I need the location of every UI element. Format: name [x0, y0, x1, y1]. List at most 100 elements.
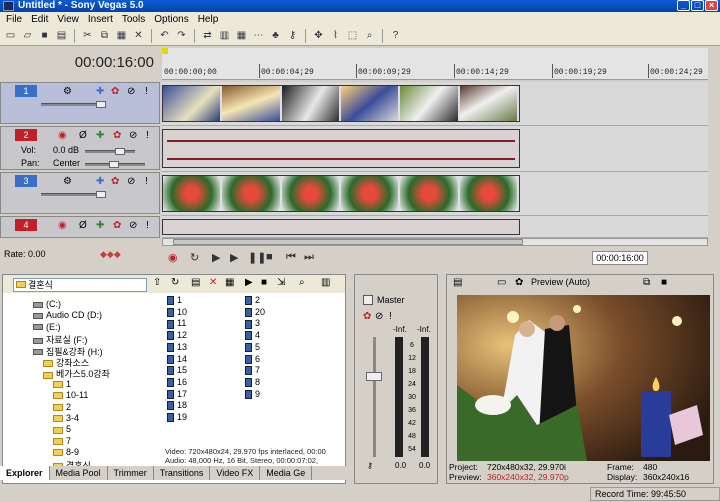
effects-icon[interactable]: ✿: [113, 220, 121, 231]
tree-node[interactable]: 7: [53, 436, 71, 447]
maximize-button[interactable]: □: [691, 0, 704, 11]
fx-icon[interactable]: ✿: [515, 277, 523, 288]
tree-node[interactable]: 3-4: [53, 413, 79, 424]
stop-preview-icon[interactable]: ■: [261, 277, 267, 288]
tree-node[interactable]: 10-11: [53, 390, 88, 401]
solo-icon[interactable]: !: [146, 220, 149, 231]
close-button[interactable]: ×: [705, 0, 718, 11]
track-lane-2[interactable]: [162, 126, 708, 172]
add-to-pool-icon[interactable]: ▦: [225, 277, 234, 288]
invert-phase-icon[interactable]: Ø: [79, 130, 87, 141]
menu-options[interactable]: Options: [151, 14, 194, 25]
compositing-icon[interactable]: ⚙: [63, 176, 72, 187]
redo-icon[interactable]: ↷: [174, 28, 189, 43]
mute-icon[interactable]: ⊘: [127, 176, 135, 187]
lock-icon[interactable]: ⚷: [285, 28, 300, 43]
up-folder-icon[interactable]: ⇧: [153, 277, 161, 288]
file-item[interactable]: 9: [245, 389, 260, 400]
delete-icon[interactable]: ✕: [209, 277, 217, 288]
file-item[interactable]: 6: [245, 354, 260, 365]
solo-icon[interactable]: !: [145, 86, 148, 97]
menu-insert[interactable]: Insert: [85, 14, 119, 25]
file-item[interactable]: 20: [245, 307, 265, 318]
rate-slider-icon[interactable]: ◆◆◆: [100, 249, 121, 260]
refresh-icon[interactable]: ↻: [171, 277, 179, 288]
new-file-icon[interactable]: ▭: [3, 28, 18, 43]
preview-properties-icon[interactable]: ▤: [453, 277, 462, 288]
file-item[interactable]: 16: [167, 377, 187, 388]
timeline-ruler[interactable]: 00:00:00;00 00:00:04;29 00:00:09;29 00:0…: [162, 48, 708, 80]
save-snapshot-icon[interactable]: ■: [661, 277, 667, 288]
copy-snapshot-icon[interactable]: ⧉: [643, 277, 650, 288]
whats-this-icon[interactable]: ?: [388, 28, 403, 43]
file-item[interactable]: 18: [167, 400, 187, 411]
file-item[interactable]: 14: [167, 354, 187, 365]
envelope-tool-icon[interactable]: ⌇: [328, 28, 343, 43]
timeline-scrollbar[interactable]: [162, 238, 708, 246]
mute-icon[interactable]: ⊘: [127, 86, 135, 97]
play-from-start-icon[interactable]: ▶: [212, 251, 220, 264]
solo-icon[interactable]: !: [145, 176, 148, 187]
search-icon[interactable]: ⌕: [299, 277, 305, 288]
record-icon[interactable]: ◉: [168, 251, 178, 264]
track-fx-icon[interactable]: ✿: [111, 176, 119, 187]
tab-video-fx[interactable]: Video FX: [210, 466, 261, 480]
audio-clip[interactable]: [162, 129, 520, 168]
tree-node[interactable]: 강좌소스: [43, 356, 89, 368]
file-item[interactable]: 17: [167, 389, 187, 400]
file-item[interactable]: 5: [245, 342, 260, 353]
tree-node[interactable]: (C:): [33, 299, 61, 310]
tree-node[interactable]: 자료실 (F:): [33, 333, 87, 345]
track-lane-3[interactable]: [162, 172, 708, 216]
track-header-1[interactable]: 1 ⚙ ✚ ✿ ⊘ !: [0, 82, 160, 124]
preview-quality-dropdown[interactable]: Preview (Auto): [531, 277, 590, 287]
invert-phase-icon[interactable]: Ø: [79, 220, 87, 231]
cut-icon[interactable]: ✂: [80, 28, 95, 43]
file-item[interactable]: 4: [245, 330, 260, 341]
file-item[interactable]: 3: [245, 318, 260, 329]
tab-media-pool[interactable]: Media Pool: [50, 466, 108, 480]
cursor-marker-icon[interactable]: [162, 48, 168, 54]
slider-knob[interactable]: [96, 101, 106, 108]
level-slider[interactable]: [41, 191, 106, 198]
go-to-end-icon[interactable]: ⏭: [304, 251, 314, 264]
track-fx-icon[interactable]: ✿: [111, 86, 119, 97]
tree-node[interactable]: 8-9: [53, 447, 79, 458]
mixer-icon[interactable]: ▥: [217, 28, 232, 43]
file-item[interactable]: 19: [167, 412, 187, 423]
master-fader-track[interactable]: [366, 337, 382, 457]
track-lane-4[interactable]: [162, 216, 708, 238]
play-preview-icon[interactable]: ▶: [245, 277, 253, 288]
external-monitor-icon[interactable]: ▭: [497, 277, 506, 288]
explorer-path-dropdown[interactable]: 결혼식: [13, 278, 147, 292]
paste-icon[interactable]: ▦: [114, 28, 129, 43]
grid-icon[interactable]: ▦: [234, 28, 249, 43]
file-item[interactable]: 13: [167, 342, 187, 353]
track-fx-icon[interactable]: ✚: [96, 220, 104, 231]
slider-knob[interactable]: [115, 148, 125, 155]
mute-icon[interactable]: ⊘: [129, 220, 137, 231]
track-motion-icon[interactable]: ✚: [96, 176, 104, 187]
menu-tools[interactable]: Tools: [119, 14, 151, 25]
slider-knob[interactable]: [109, 161, 119, 168]
render-icon[interactable]: ⇄: [200, 28, 215, 43]
auto-preview-icon[interactable]: ⇲: [277, 277, 285, 288]
ripple-icon[interactable]: ♣: [268, 28, 283, 43]
arm-record-icon[interactable]: ◉: [58, 130, 67, 141]
menu-help[interactable]: Help: [195, 14, 225, 25]
scrollbar-thumb[interactable]: [173, 239, 523, 245]
menu-file[interactable]: File: [3, 14, 28, 25]
effects-icon[interactable]: ✿: [113, 130, 121, 141]
open-folder-icon[interactable]: ▱: [20, 28, 35, 43]
zoom-tool-icon[interactable]: ⌕: [362, 28, 377, 43]
file-item[interactable]: 8: [245, 377, 260, 388]
save-icon[interactable]: ■: [37, 28, 52, 43]
go-to-start-icon[interactable]: ⏮: [286, 251, 296, 264]
delete-icon[interactable]: ✕: [131, 28, 146, 43]
master-bus-icon[interactable]: [363, 295, 373, 305]
file-item[interactable]: 10: [167, 307, 187, 318]
properties-icon[interactable]: ▤: [54, 28, 69, 43]
menu-view[interactable]: View: [54, 14, 85, 25]
stop-icon[interactable]: ■: [266, 251, 273, 263]
file-item[interactable]: 11: [167, 318, 186, 329]
